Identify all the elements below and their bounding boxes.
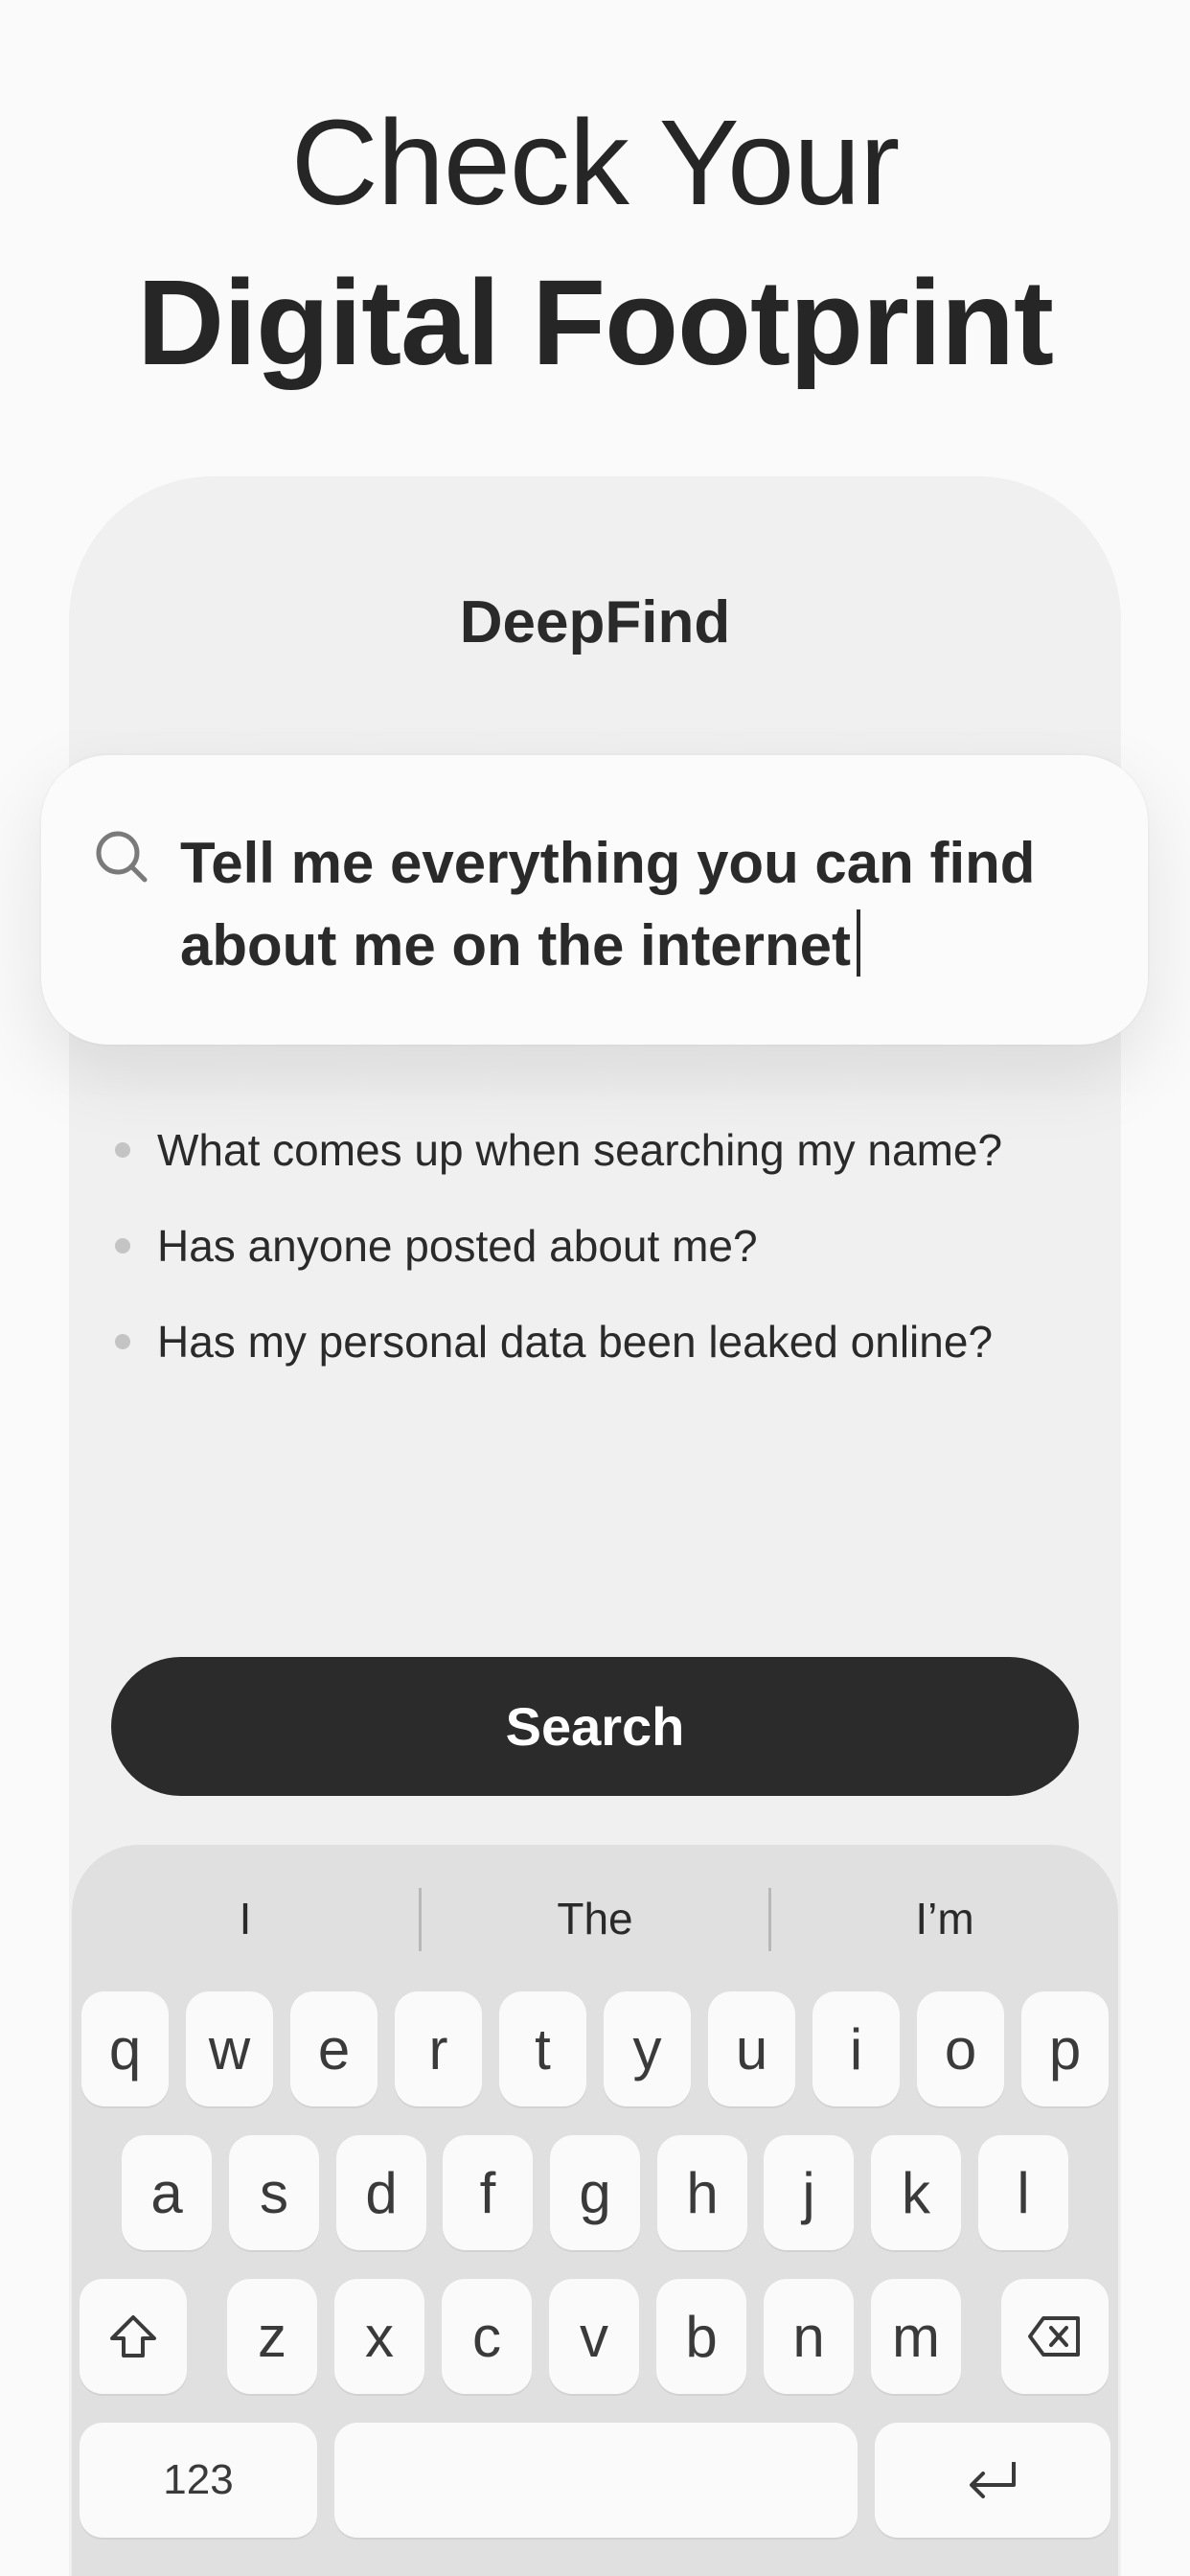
key-o[interactable]: o — [917, 1991, 1004, 2106]
key-f[interactable]: f — [443, 2135, 533, 2250]
key-y[interactable]: y — [604, 1991, 691, 2106]
bullet-icon — [115, 1334, 130, 1349]
key-x[interactable]: x — [334, 2279, 424, 2394]
key-v[interactable]: v — [549, 2279, 639, 2394]
text-caret — [857, 909, 861, 977]
bullet-icon — [115, 1142, 130, 1158]
backspace-key[interactable] — [1001, 2279, 1109, 2394]
suggestion-label: Has anyone posted about me? — [157, 1221, 758, 1271]
search-icon — [93, 828, 150, 886]
backspace-icon — [1026, 2312, 1084, 2360]
prediction-2[interactable]: The — [422, 1883, 768, 1955]
key-e[interactable]: e — [290, 1991, 378, 2106]
prediction-bar: I The I’m — [72, 1883, 1118, 1955]
key-d[interactable]: d — [336, 2135, 426, 2250]
key-n[interactable]: n — [764, 2279, 854, 2394]
search-button[interactable]: Search — [111, 1657, 1079, 1796]
key-r[interactable]: r — [395, 1991, 482, 2106]
key-k[interactable]: k — [871, 2135, 961, 2250]
bullet-icon — [115, 1238, 130, 1254]
prediction-3[interactable]: I’m — [771, 1883, 1118, 1955]
hero-title-line-1: Check Your — [290, 95, 900, 230]
key-u[interactable]: u — [708, 1991, 795, 2106]
search-query[interactable]: Tell me everything you can find about me… — [180, 822, 1129, 987]
key-l[interactable]: l — [978, 2135, 1068, 2250]
key-s[interactable]: s — [229, 2135, 319, 2250]
prediction-1[interactable]: I — [72, 1883, 419, 1955]
key-i[interactable]: i — [812, 1991, 900, 2106]
key-j[interactable]: j — [764, 2135, 854, 2250]
key-z[interactable]: z — [227, 2279, 317, 2394]
suggestion-item[interactable]: Has my personal data been leaked online? — [115, 1294, 1111, 1390]
keyboard: I The I’m q w e r t y u i o p a s d f g … — [72, 1845, 1118, 2576]
space-key[interactable] — [334, 2423, 858, 2538]
return-icon — [962, 2456, 1023, 2504]
suggestion-label: Has my personal data been leaked online? — [157, 1317, 994, 1367]
suggestion-label: What comes up when searching my name? — [157, 1125, 1003, 1175]
suggestion-item[interactable]: Has anyone posted about me? — [115, 1198, 1111, 1294]
key-a[interactable]: a — [122, 2135, 212, 2250]
key-m[interactable]: m — [871, 2279, 961, 2394]
key-t[interactable]: t — [499, 1991, 586, 2106]
app-name: DeepFind — [459, 589, 731, 656]
suggestion-item[interactable]: What comes up when searching my name? — [115, 1102, 1111, 1198]
search-query-text: Tell me everything you can find about me… — [180, 831, 1036, 978]
hero-title-line-2: Digital Footprint — [137, 255, 1054, 390]
key-c[interactable]: c — [442, 2279, 532, 2394]
search-box[interactable]: Tell me everything you can find about me… — [41, 755, 1148, 1045]
key-q[interactable]: q — [81, 1991, 169, 2106]
return-key[interactable] — [875, 2423, 1110, 2538]
key-w[interactable]: w — [186, 1991, 273, 2106]
numbers-key[interactable]: 123 — [80, 2423, 317, 2538]
key-b[interactable]: b — [656, 2279, 746, 2394]
key-p[interactable]: p — [1021, 1991, 1109, 2106]
key-g[interactable]: g — [550, 2135, 640, 2250]
suggestion-list: What comes up when searching my name? Ha… — [115, 1102, 1111, 1390]
shift-key[interactable] — [80, 2279, 187, 2394]
key-h[interactable]: h — [657, 2135, 747, 2250]
shift-icon — [106, 2310, 160, 2363]
